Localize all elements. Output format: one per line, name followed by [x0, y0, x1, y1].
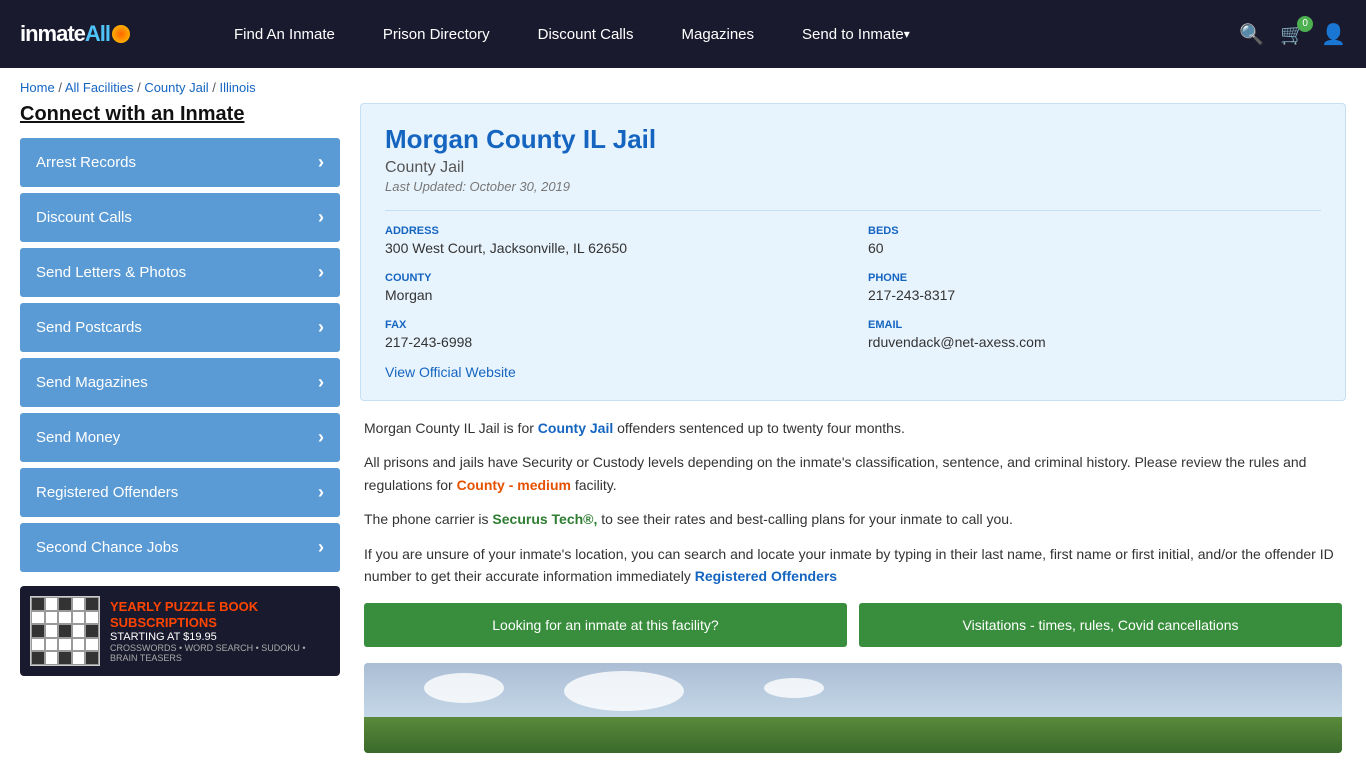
county-block: COUNTY Morgan: [385, 272, 838, 303]
fax-label: FAX: [385, 319, 838, 331]
email-label: EMAIL: [868, 319, 1321, 331]
header: inmateAll Find An Inmate Prison Director…: [0, 0, 1366, 68]
registered-offenders-link[interactable]: Registered Offenders: [695, 568, 837, 584]
ad-text: YEARLY PUZZLE BOOK SUBSCRIPTIONS STARTIN…: [110, 599, 330, 662]
breadcrumb-county-jail[interactable]: County Jail: [144, 80, 208, 95]
chevron-right-icon: ›: [318, 537, 324, 558]
ad-types: CROSSWORDS • WORD SEARCH • SUDOKU • BRAI…: [110, 643, 330, 663]
facility-type: County Jail: [385, 159, 1321, 177]
breadcrumb-home[interactable]: Home: [20, 80, 55, 95]
facility-card: Morgan County IL Jail County Jail Last U…: [360, 103, 1346, 401]
chevron-right-icon: ›: [318, 152, 324, 173]
nav-prison-directory[interactable]: Prison Directory: [359, 0, 514, 68]
ad-puzzle-image: [30, 596, 100, 666]
facility-info-grid: ADDRESS 300 West Court, Jacksonville, IL…: [385, 210, 1321, 350]
breadcrumb-all-facilities[interactable]: All Facilities: [65, 80, 134, 95]
photo-sky: [364, 663, 1342, 717]
address-value: 300 West Court, Jacksonville, IL 62650: [385, 240, 838, 256]
visitations-button[interactable]: Visitations - times, rules, Covid cancel…: [859, 603, 1342, 647]
desc-para-1: Morgan County IL Jail is for County Jail…: [364, 417, 1342, 439]
beds-label: BEDS: [868, 225, 1321, 237]
cloud-2: [564, 671, 684, 711]
user-icon[interactable]: 👤: [1321, 22, 1346, 47]
sidebar-item-send-magazines[interactable]: Send Magazines ›: [20, 358, 340, 407]
chevron-right-icon: ›: [318, 317, 324, 338]
sidebar-item-discount-calls[interactable]: Discount Calls ›: [20, 193, 340, 242]
facility-photo: [364, 663, 1342, 753]
phone-label: PHONE: [868, 272, 1321, 284]
facility-name: Morgan County IL Jail: [385, 124, 1321, 155]
address-block: ADDRESS 300 West Court, Jacksonville, IL…: [385, 225, 838, 256]
sidebar: Connect with an Inmate Arrest Records › …: [20, 103, 340, 676]
breadcrumb: Home / All Facilities / County Jail / Il…: [20, 80, 1346, 95]
county-value: Morgan: [385, 287, 838, 303]
chevron-right-icon: ›: [318, 427, 324, 448]
chevron-right-icon: ›: [318, 262, 324, 283]
phone-value: 217-243-8317: [868, 287, 1321, 303]
desc-para-3: The phone carrier is Securus Tech®, to s…: [364, 508, 1342, 530]
address-label: ADDRESS: [385, 225, 838, 237]
logo-icon: [112, 25, 130, 43]
find-inmate-button[interactable]: Looking for an inmate at this facility?: [364, 603, 847, 647]
cloud-3: [764, 678, 824, 698]
action-buttons: Looking for an inmate at this facility? …: [364, 603, 1342, 647]
county-medium-link[interactable]: County - medium: [457, 477, 571, 493]
content-area: Morgan County IL Jail County Jail Last U…: [360, 103, 1346, 753]
sidebar-item-send-letters[interactable]: Send Letters & Photos ›: [20, 248, 340, 297]
desc-para-4: If you are unsure of your inmate's locat…: [364, 543, 1342, 588]
fax-value: 217-243-6998: [385, 334, 838, 350]
header-icons: 🔍 🛒 0 👤: [1239, 22, 1346, 47]
logo[interactable]: inmateAll: [20, 21, 180, 47]
sidebar-item-send-postcards[interactable]: Send Postcards ›: [20, 303, 340, 352]
logo-text: inmateAll: [20, 21, 110, 47]
ad-price: STARTING AT $19.95: [110, 631, 330, 643]
beds-value: 60: [868, 240, 1321, 256]
official-website-link[interactable]: View Official Website: [385, 364, 516, 380]
breadcrumb-illinois[interactable]: Illinois: [219, 80, 255, 95]
sidebar-item-arrest-records[interactable]: Arrest Records ›: [20, 138, 340, 187]
cart-icon[interactable]: 🛒 0: [1280, 22, 1305, 47]
description-area: Morgan County IL Jail is for County Jail…: [360, 417, 1346, 753]
beds-block: BEDS 60: [868, 225, 1321, 256]
email-value: rduvendack@net-axess.com: [868, 334, 1321, 350]
nav-send-to-inmate[interactable]: Send to Inmate: [778, 0, 934, 68]
sidebar-item-send-money[interactable]: Send Money ›: [20, 413, 340, 462]
nav-magazines[interactable]: Magazines: [657, 0, 778, 68]
chevron-right-icon: ›: [318, 482, 324, 503]
main-layout: Connect with an Inmate Arrest Records › …: [0, 103, 1366, 773]
chevron-right-icon: ›: [318, 207, 324, 228]
email-block: EMAIL rduvendack@net-axess.com: [868, 319, 1321, 350]
county-jail-link[interactable]: County Jail: [538, 420, 613, 436]
photo-ground: [364, 717, 1342, 753]
cloud-1: [424, 673, 504, 703]
nav-discount-calls[interactable]: Discount Calls: [514, 0, 658, 68]
facility-updated: Last Updated: October 30, 2019: [385, 179, 1321, 194]
securus-link[interactable]: Securus Tech®,: [492, 511, 597, 527]
phone-block: PHONE 217-243-8317: [868, 272, 1321, 303]
ad-title: YEARLY PUZZLE BOOK SUBSCRIPTIONS: [110, 599, 330, 630]
main-nav: Find An Inmate Prison Directory Discount…: [210, 0, 1239, 68]
desc-para-2: All prisons and jails have Security or C…: [364, 451, 1342, 496]
nav-find-inmate[interactable]: Find An Inmate: [210, 0, 359, 68]
county-label: COUNTY: [385, 272, 838, 284]
sidebar-item-second-chance-jobs[interactable]: Second Chance Jobs ›: [20, 523, 340, 572]
cart-badge: 0: [1297, 16, 1313, 32]
breadcrumb-area: Home / All Facilities / County Jail / Il…: [0, 68, 1366, 103]
sidebar-item-registered-offenders[interactable]: Registered Offenders ›: [20, 468, 340, 517]
fax-block: FAX 217-243-6998: [385, 319, 838, 350]
sidebar-title: Connect with an Inmate: [20, 103, 340, 126]
sidebar-ad[interactable]: YEARLY PUZZLE BOOK SUBSCRIPTIONS STARTIN…: [20, 586, 340, 676]
search-icon[interactable]: 🔍: [1239, 22, 1264, 47]
chevron-right-icon: ›: [318, 372, 324, 393]
